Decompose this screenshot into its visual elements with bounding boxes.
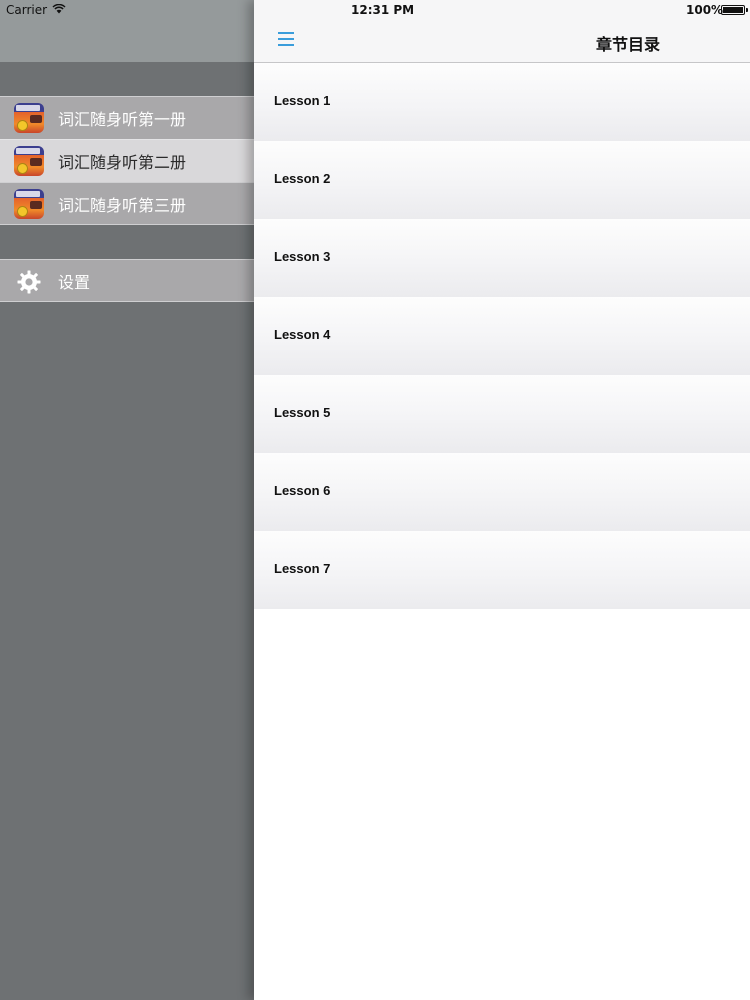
book-cover-icon — [14, 189, 44, 219]
carrier-label: Carrier — [6, 3, 48, 17]
battery-icon — [721, 5, 748, 15]
status-time: 12:31 PM — [351, 3, 415, 17]
settings-label: 设置 — [58, 272, 91, 292]
book-cover-icon — [14, 146, 44, 176]
lesson-row-4[interactable]: Lesson 4 — [254, 297, 750, 375]
lesson-label: Lesson 1 — [274, 93, 331, 108]
lesson-label: Lesson 7 — [274, 561, 331, 576]
sidebar-item-book-2[interactable]: 词汇随身听第二册 — [0, 139, 254, 182]
main-panel: 章节目录 Lesson 1 Lesson 2 Lesson 3 Lesson 4… — [254, 0, 750, 1000]
battery-percent: 100% — [686, 3, 724, 17]
gear-icon — [17, 270, 41, 294]
status-bar: Carrier 12:31 PM 100% — [0, 0, 750, 20]
lesson-label: Lesson 4 — [274, 327, 331, 342]
sidebar-item-book-1[interactable]: 词汇随身听第一册 — [0, 96, 254, 139]
lesson-label: Lesson 5 — [274, 405, 331, 420]
lesson-list: Lesson 1 Lesson 2 Lesson 3 Lesson 4 Less… — [254, 63, 750, 609]
menu-icon[interactable] — [278, 32, 294, 46]
lesson-row-5[interactable]: Lesson 5 — [254, 375, 750, 453]
lesson-row-2[interactable]: Lesson 2 — [254, 141, 750, 219]
lesson-label: Lesson 3 — [274, 249, 331, 264]
lesson-row-7[interactable]: Lesson 7 — [254, 531, 750, 609]
sidebar-item-label: 词汇随身听第一册 — [58, 110, 187, 129]
lesson-row-6[interactable]: Lesson 6 — [254, 453, 750, 531]
lesson-label: Lesson 2 — [274, 171, 331, 186]
page-title: 章节目录 — [596, 35, 661, 54]
book-cover-icon — [14, 103, 44, 133]
sidebar: 词汇随身听第一册 词汇随身听第二册 词汇随身听第三册 设置 — [0, 0, 254, 1000]
sidebar-item-label: 词汇随身听第三册 — [58, 195, 187, 215]
sidebar-item-settings[interactable]: 设置 — [0, 259, 254, 302]
sidebar-item-label: 词汇随身听第二册 — [58, 153, 187, 172]
lesson-row-3[interactable]: Lesson 3 — [254, 219, 750, 297]
lesson-row-1[interactable]: Lesson 1 — [254, 63, 750, 141]
lesson-label: Lesson 6 — [274, 483, 331, 498]
sidebar-item-book-3[interactable]: 词汇随身听第三册 — [0, 182, 254, 225]
wifi-icon — [52, 4, 66, 14]
